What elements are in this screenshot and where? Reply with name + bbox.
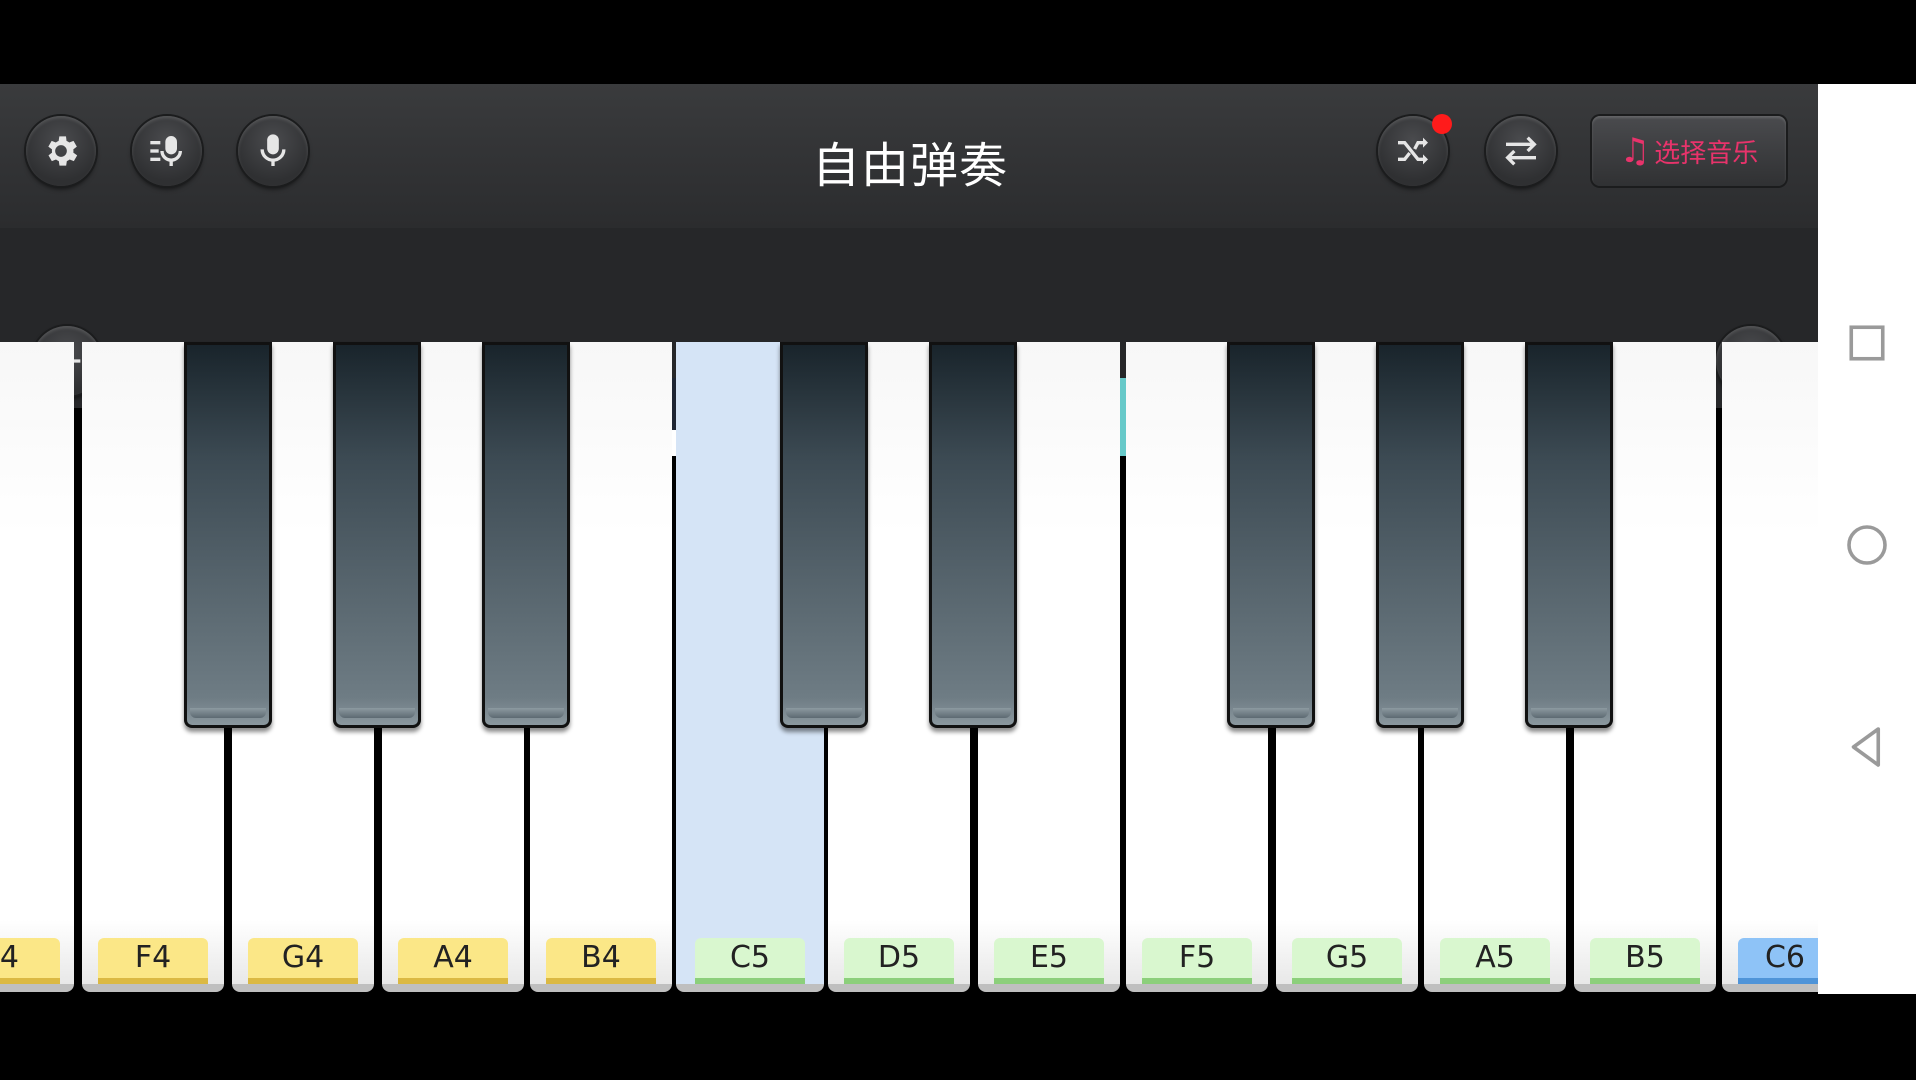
key-label: G5 <box>1292 938 1402 984</box>
swap-arrows-icon <box>1505 136 1537 166</box>
home-icon[interactable] <box>1840 518 1894 572</box>
settings-button[interactable] <box>26 116 96 186</box>
key-label: A5 <box>1440 938 1550 984</box>
black-key[interactable] <box>333 342 421 728</box>
black-key[interactable] <box>1525 342 1613 728</box>
recent-apps-icon[interactable] <box>1840 316 1894 370</box>
piano-app: 自由弹奏 ♫ 选择音乐 4 F4 G4 A4 B4 C5 D5 E5 F5 G5… <box>0 84 1818 994</box>
system-nav-bar <box>1818 84 1916 994</box>
black-key[interactable] <box>929 342 1017 728</box>
key-label: D5 <box>844 938 954 984</box>
select-music-label: 选择音乐 <box>1654 138 1759 169</box>
black-key[interactable] <box>482 342 570 728</box>
key-label: B4 <box>546 938 656 984</box>
select-music-button[interactable]: ♫ 选择音乐 <box>1592 116 1786 186</box>
key-label: C6 <box>1738 938 1818 984</box>
top-toolbar: 自由弹奏 ♫ 选择音乐 <box>0 84 1818 228</box>
shuffle-icon <box>1398 137 1428 165</box>
key-label: B5 <box>1590 938 1700 984</box>
back-icon[interactable] <box>1840 720 1894 774</box>
page-title: 自由弹奏 <box>811 138 1008 194</box>
gear-icon <box>48 136 78 166</box>
key-label: E5 <box>994 938 1104 984</box>
music-note-icon: ♫ <box>1619 131 1651 171</box>
mic-level-icon <box>150 136 182 166</box>
voice-tune-button[interactable] <box>132 116 202 186</box>
key-label: F5 <box>1142 938 1252 984</box>
key-label: E4 <box>0 938 60 984</box>
key-label: A4 <box>398 938 508 984</box>
swap-button[interactable] <box>1486 116 1556 186</box>
black-key[interactable] <box>184 342 272 728</box>
white-key[interactable]: C6 <box>1722 342 1818 992</box>
white-key[interactable]: E4 <box>0 342 74 992</box>
key-label: F4 <box>98 938 208 984</box>
key-label: G4 <box>248 938 358 984</box>
black-key[interactable] <box>780 342 868 728</box>
black-key[interactable] <box>1376 342 1464 728</box>
key-label: C5 <box>695 938 805 984</box>
record-button[interactable] <box>238 116 308 186</box>
notification-dot <box>1432 114 1452 134</box>
microphone-icon <box>260 134 286 166</box>
piano-keyboard: E4 F4 G4 A4 B4 C5 D5 E5 F5 G5 A5 <box>0 342 1818 992</box>
black-key[interactable] <box>1227 342 1315 728</box>
